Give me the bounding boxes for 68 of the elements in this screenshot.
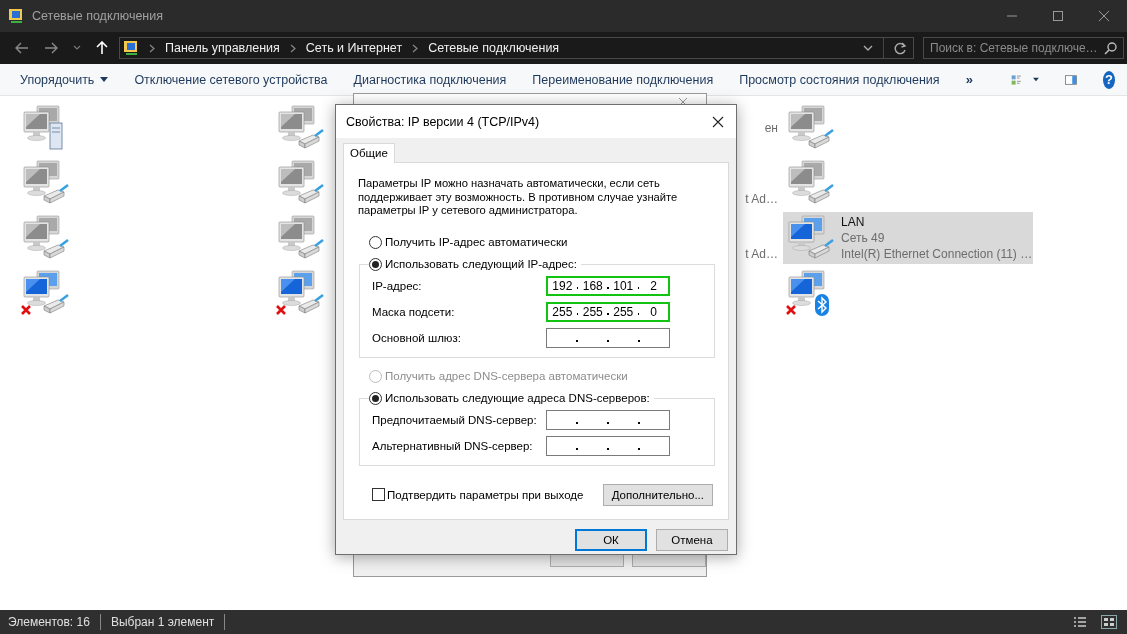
ip-address-field[interactable] xyxy=(546,409,670,430)
radio-label[interactable]: Использовать следующие адреса DNS-серверов: xyxy=(385,392,650,404)
field-label: Основной шлюз: xyxy=(372,331,462,344)
connection-item[interactable]: t Ad… xyxy=(743,157,778,209)
connection-item[interactable]: ен xyxy=(762,102,778,154)
breadcrumb-item[interactable]: Сеть и Интернет xyxy=(305,41,403,55)
address-field[interactable]: Панель управления Сеть и Интернет Сетевые подключения xyxy=(119,37,914,59)
search-icon[interactable] xyxy=(1104,41,1117,55)
chevron-down-icon[interactable] xyxy=(73,45,81,51)
chevron-right-icon[interactable] xyxy=(289,43,296,53)
network-folder-icon xyxy=(123,40,139,56)
item-count: Элементов: 16 xyxy=(8,615,90,629)
dialog-title: Свойства: IP версии 4 (TCP/IPv4) xyxy=(346,114,540,129)
refresh-icon[interactable] xyxy=(894,41,907,55)
connection-name: LAN xyxy=(841,214,866,230)
tab[interactable]: Общие xyxy=(343,143,395,163)
connection-status: Сеть 49 xyxy=(841,230,886,246)
preview-pane-icon[interactable] xyxy=(1065,72,1078,87)
cancel-button[interactable]: Отмена xyxy=(656,529,728,551)
back-arrow-icon[interactable] xyxy=(15,42,29,54)
forward-arrow-icon[interactable] xyxy=(44,42,58,54)
field-label: IP-адрес: xyxy=(372,279,423,292)
field-label: Альтернативный DNS-сервер: xyxy=(372,439,534,452)
chevron-right-icon[interactable] xyxy=(149,43,155,53)
radio-button[interactable] xyxy=(369,391,382,405)
maximize-icon[interactable] xyxy=(1052,10,1064,22)
ip-address-field[interactable] xyxy=(546,435,670,456)
connection-item[interactable]: LAN Сеть 49 Intel(R) Ethernet Connection (11) … xyxy=(783,212,1033,264)
network-folder-icon xyxy=(8,8,24,24)
checkbox-label[interactable]: Подтвердить параметры при выходе xyxy=(387,488,584,501)
adapter-name: t Ad… xyxy=(745,191,778,207)
organize-menu[interactable]: Упорядочить xyxy=(20,72,109,87)
advanced-button[interactable]: Дополнительно... xyxy=(602,483,713,506)
radio-button[interactable] xyxy=(369,235,382,249)
breadcrumb-item[interactable]: Сетевые подключения xyxy=(428,41,560,55)
adapter-name: t Ad… xyxy=(745,246,778,262)
radio-label[interactable]: Получить IP-адрес автоматически xyxy=(385,236,568,248)
breadcrumb-item[interactable]: Панель управления xyxy=(165,41,280,55)
caret-icon xyxy=(100,77,109,82)
window-title: Сетевые подключения xyxy=(32,9,163,23)
field-label: Предпочитаемый DNS-сервер: xyxy=(372,413,538,426)
search-field[interactable]: Поиск в: Сетевые подключе… xyxy=(923,37,1124,59)
more-commands-button[interactable]: » xyxy=(965,72,973,87)
chevron-right-icon[interactable] xyxy=(412,43,419,53)
radio-label[interactable]: Использовать следующий IP-адрес: xyxy=(385,258,577,270)
chevron-down-icon[interactable] xyxy=(863,44,873,52)
ip-address-field[interactable] xyxy=(546,327,670,348)
adapter-name: Intel(R) Ethernet Connection (11) … xyxy=(841,246,1033,262)
connection-status: ен xyxy=(764,120,778,136)
toolbar-command[interactable]: Просмотр состояния подключения xyxy=(739,72,940,87)
caret-icon[interactable] xyxy=(1033,77,1040,82)
ok-button[interactable]: ОК xyxy=(575,529,647,551)
toolbar-command[interactable]: Диагностика подключения xyxy=(353,72,507,87)
connection-item[interactable]: t Ad… xyxy=(743,212,778,264)
details-view-icon[interactable] xyxy=(1073,616,1087,628)
ip-address-field[interactable]: 192 168 101 2 xyxy=(546,275,670,296)
close-icon[interactable] xyxy=(712,115,724,128)
toolbar-command[interactable]: Отключение сетевого устройства xyxy=(134,72,328,87)
help-button[interactable]: ? xyxy=(1103,70,1115,89)
radio-button[interactable] xyxy=(369,257,382,271)
field-label: Маска подсети: xyxy=(372,305,456,318)
checkbox[interactable] xyxy=(372,488,385,501)
ip-address-field[interactable]: 255 255 255 0 xyxy=(546,301,670,322)
selection-count: Выбран 1 элемент xyxy=(110,615,215,629)
description-text: Параметры IP можно назначать автоматически, если сеть поддерживает эту возможность. В противном случае узнайте параметры IP у сетевого администратора. xyxy=(358,177,679,218)
large-icons-view-icon[interactable] xyxy=(1101,615,1117,629)
toolbar-command[interactable]: Переименование подключения xyxy=(532,72,714,87)
up-arrow-icon[interactable] xyxy=(96,41,108,55)
